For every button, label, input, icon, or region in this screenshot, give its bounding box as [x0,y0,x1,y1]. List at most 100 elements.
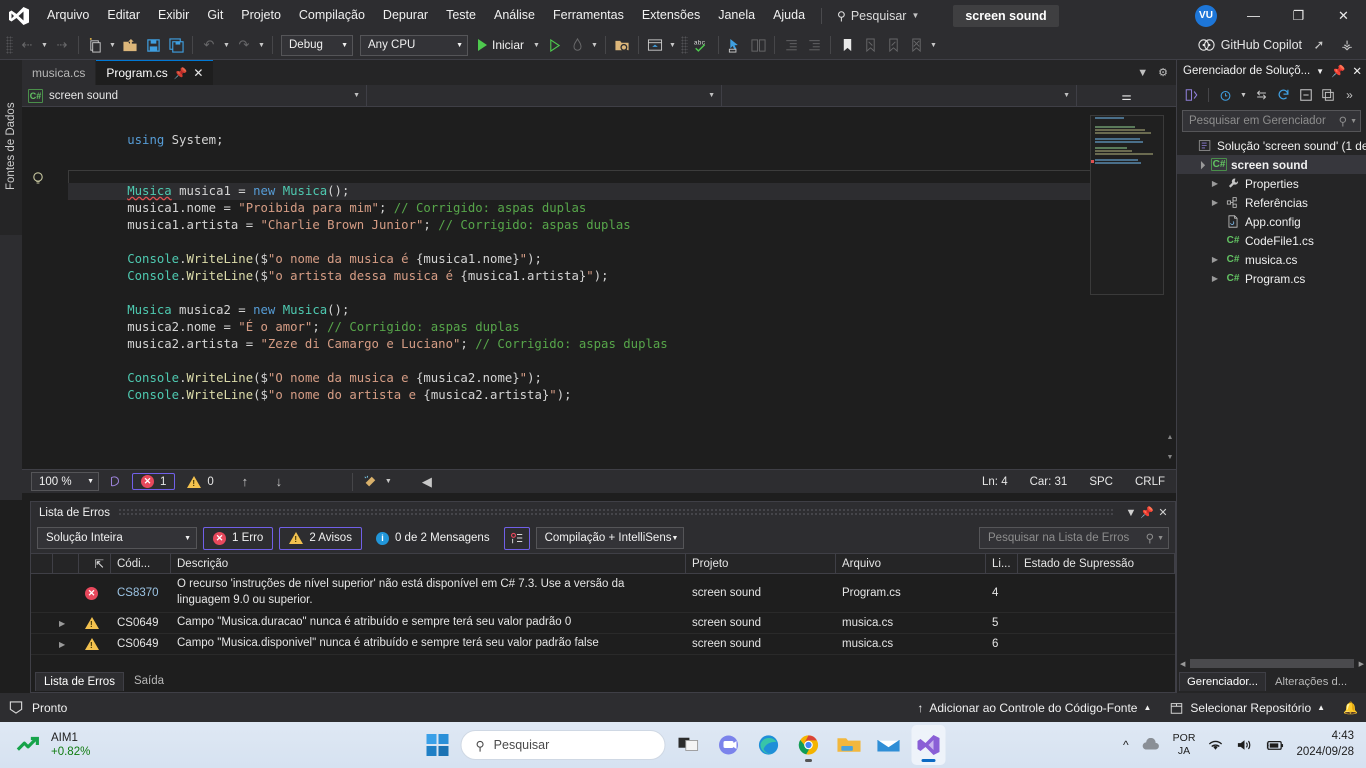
menu-arquivo[interactable]: Arquivo [38,0,98,31]
solution-window-icon[interactable] [644,34,666,56]
tab-alteracoes[interactable]: Alterações d... [1268,673,1354,691]
hot-reload-icon[interactable] [566,34,588,56]
error-details-toggle[interactable] [503,526,530,550]
start-button[interactable] [421,725,455,765]
menu-teste[interactable]: Teste [437,0,485,31]
menu-depurar[interactable]: Depurar [374,0,437,31]
next-bookmark-icon[interactable] [882,34,904,56]
table-row[interactable]: ▶ CS0649 Campo "Musica.disponivel" nunca é… [31,634,1175,655]
notifications-bell-icon[interactable]: 🔔 [1343,701,1358,715]
row-expander[interactable]: ▶ [53,634,79,654]
show-all-files-icon[interactable] [1318,86,1337,105]
navbar-project-select[interactable]: C# screen sound ▼ [22,84,367,107]
redo-icon[interactable]: ↷ [233,34,255,56]
menu-git[interactable]: Git [198,0,232,31]
title-search-box[interactable]: ⚲ Pesquisar ▼ [831,5,925,27]
tray-overflow-icon[interactable]: ^ [1123,738,1129,752]
pending-changes-icon[interactable] [1216,86,1235,105]
taskbar-teams-button[interactable] [712,725,746,765]
redo-dropdown-icon[interactable]: ▼ [256,42,267,49]
previous-bookmark-icon[interactable] [859,34,881,56]
wifi-icon[interactable] [1207,738,1224,752]
menu-ajuda[interactable]: Ajuda [764,0,814,31]
table-row[interactable]: ✕ CS8370 O recurso 'instruções de nível su… [31,574,1175,613]
sort-indicator-icon[interactable]: ⇱ [79,553,111,574]
select-repository-button[interactable]: Selecionar Repositório ▲ [1169,701,1325,715]
navigate-forward-icon[interactable]: ⇢ [51,34,73,56]
language-indicator[interactable]: POR JA [1173,732,1196,757]
new-project-dropdown-icon[interactable]: ▼ [107,42,118,49]
column-suppression[interactable]: Estado de Supressão [1018,553,1175,574]
scroll-left-icon[interactable]: ◀ [1177,660,1188,668]
tree-node[interactable]: C# CodeFile1.cs [1177,231,1366,250]
compare-files-icon[interactable] [747,34,769,56]
taskbar-clock[interactable]: 4:43 2024/09/28 [1296,729,1354,760]
search-in-files-icon[interactable] [611,34,633,56]
select-tool-icon[interactable] [724,34,746,56]
tree-node[interactable]: App.config [1177,212,1366,231]
tree-node[interactable]: ▶ Properties [1177,174,1366,193]
add-to-source-control-button[interactable]: ↑ Adicionar ao Controle do Código-Fonte … [917,701,1151,715]
row-expander[interactable]: ▶ [53,613,79,633]
column-project[interactable]: Projeto [686,553,836,574]
tree-node[interactable]: Solução 'screen sound' (1 de [1177,136,1366,155]
navbar-split-button[interactable]: ⚌ [1077,85,1176,107]
increase-indent-icon[interactable] [803,34,825,56]
taskbar-edge-button[interactable] [752,725,786,765]
undo-dropdown-icon[interactable]: ▼ [221,42,232,49]
panel-menu-icon[interactable]: ▼ [1123,507,1139,519]
warnings-filter-toggle[interactable]: 2 Avisos [279,526,362,550]
error-list-search-input[interactable]: Pesquisar na Lista de Erros ⚲ ▼ [979,527,1169,549]
pending-changes-dropdown-icon[interactable]: ▼ [1238,92,1249,99]
scroll-thumb[interactable] [1190,659,1354,668]
expander-icon[interactable]: ▶ [1209,274,1221,283]
taskbar-search-input[interactable]: ⚲ Pesquisar [460,730,666,760]
editor-error-count[interactable]: ✕ 1 [132,473,176,490]
expander-icon[interactable]: ▶ [1209,179,1221,188]
solution-window-dropdown-icon[interactable]: ▼ [667,42,678,49]
pin-icon[interactable]: 📌 [174,67,188,80]
table-row[interactable]: ▶ CS0649 Campo "Musica.duracao" nunca é at… [31,613,1175,634]
scroll-down-icon[interactable]: ▼ [1164,451,1176,463]
column-code[interactable]: Códi... [111,553,171,574]
taskbar-visual-studio-button[interactable] [911,725,946,765]
tab-gerenciador[interactable]: Gerenciador... [1179,672,1266,691]
live-share-icon[interactable]: ⚶ [1336,34,1358,56]
spellcheck-abc-icon[interactable]: abc [691,34,713,56]
github-copilot-button[interactable]: GitHub Copilot ➚ ⚶ [1198,34,1362,56]
editor-vertical-scrollbar[interactable]: ▲ ▼ [1164,107,1176,469]
close-icon[interactable]: ✕ [193,66,203,80]
expander-icon[interactable]: ◢ [1194,157,1208,171]
data-sources-tab[interactable]: Fontes de Dados [0,60,22,235]
pin-icon[interactable]: 📌 [1331,64,1345,78]
lightbulb-suggestion-icon[interactable] [30,171,46,187]
tab-program-cs[interactable]: Program.cs 📌 ✕ [96,60,214,85]
refresh-icon[interactable] [1274,86,1293,105]
menu-ferramentas[interactable]: Ferramentas [544,0,633,31]
taskbar-stock-widget[interactable]: AIM1 +0.82% [0,731,90,760]
clear-bookmarks-icon[interactable] [905,34,927,56]
previous-issue-icon[interactable]: ↑ [234,471,256,493]
menu-projeto[interactable]: Projeto [232,0,290,31]
row-expander[interactable] [53,574,79,612]
tab-musica-cs[interactable]: musica.cs [22,60,96,85]
hot-reload-dropdown-icon[interactable]: ▼ [589,42,600,49]
column-file[interactable]: Arquivo [836,553,986,574]
tab-settings-icon[interactable]: ⚙ [1158,66,1168,79]
build-platform-select[interactable]: Any CPU ▼ [360,34,468,56]
decrease-indent-icon[interactable] [780,34,802,56]
menu-extensoes[interactable]: Extensões [633,0,709,31]
tree-node[interactable]: ◢ C# screen sound [1177,155,1366,174]
menu-analise[interactable]: Análise [485,0,544,31]
zoom-level-select[interactable]: 100 % ▼ [31,472,99,491]
taskbar-explorer-button[interactable] [832,725,866,765]
code-cleanup-icon[interactable] [359,471,381,493]
cloud-icon[interactable] [1141,738,1161,752]
undo-icon[interactable]: ↶ [198,34,220,56]
code-cleanup-dropdown-icon[interactable]: ▼ [383,478,394,485]
build-configuration-select[interactable]: Debug ▼ [281,34,353,56]
sync-with-active-document-icon[interactable]: ⇆ [1252,86,1271,105]
back-dropdown-icon[interactable]: ▼ [39,42,50,49]
solution-explorer-search-input[interactable]: Pesquisar em Gerenciador ⚲ ▼ [1182,110,1361,132]
tab-saida[interactable]: Saída [126,672,172,690]
